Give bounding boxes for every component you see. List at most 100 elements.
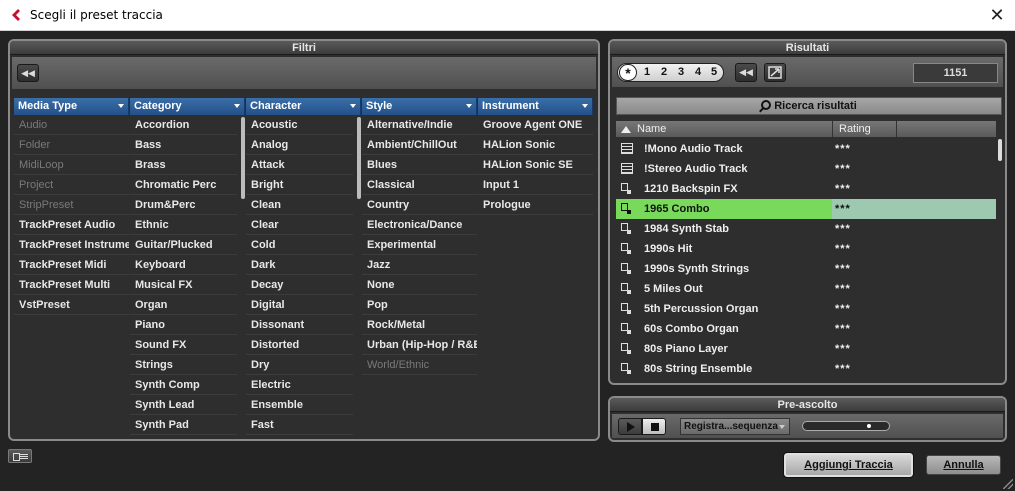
- results-row[interactable]: 1210 Backspin FX ***: [616, 179, 996, 199]
- results-rewind-button[interactable]: ◀◀: [735, 63, 757, 82]
- filter-item[interactable]: Experimental: [362, 235, 477, 255]
- filter-item[interactable]: HALion Sonic SE: [478, 155, 593, 175]
- filter-item[interactable]: Urban (Hip-Hop / R&B): [362, 335, 477, 355]
- results-row[interactable]: 5 Miles Out ***: [616, 279, 996, 299]
- preset-rating[interactable]: ***: [835, 199, 851, 219]
- filter-item[interactable]: Distorted: [246, 335, 353, 355]
- results-row[interactable]: 1990s Synth Strings ***: [616, 259, 996, 279]
- filter-item[interactable]: TrackPreset Midi: [14, 255, 129, 275]
- add-track-button[interactable]: Aggiungi Traccia: [783, 452, 914, 478]
- volume-slider-knob[interactable]: [867, 424, 871, 428]
- results-row[interactable]: 60s Combo Organ ***: [616, 319, 996, 339]
- rating-star-button[interactable]: *: [619, 64, 637, 81]
- filter-item[interactable]: Synth Pad: [130, 415, 237, 435]
- sort-ascending-icon[interactable]: [621, 126, 631, 133]
- preset-rating[interactable]: ***: [835, 279, 851, 299]
- column-name-header[interactable]: Name: [637, 121, 666, 137]
- filter-item[interactable]: StripPreset: [14, 195, 129, 215]
- results-row[interactable]: 1965 Combo ***: [616, 199, 996, 219]
- results-row[interactable]: 1984 Synth Stab ***: [616, 219, 996, 239]
- filter-item[interactable]: Bass: [130, 135, 237, 155]
- filter-item[interactable]: Country: [362, 195, 477, 215]
- stop-button[interactable]: [642, 418, 666, 435]
- filter-item[interactable]: Synth Comp: [130, 375, 237, 395]
- filter-item[interactable]: Prologue: [478, 195, 593, 215]
- filter-item[interactable]: Ethnic: [130, 215, 237, 235]
- filter-item[interactable]: Clear: [246, 215, 353, 235]
- filter-item[interactable]: TrackPreset Audio: [14, 215, 129, 235]
- filter-item[interactable]: Keyboard: [130, 255, 237, 275]
- chevron-down-icon[interactable]: [466, 104, 472, 108]
- preset-rating[interactable]: ***: [835, 179, 851, 199]
- filter-item[interactable]: MidiLoop: [14, 155, 129, 175]
- filter-item[interactable]: World/Ethnic: [362, 355, 477, 375]
- filter-item[interactable]: Blues: [362, 155, 477, 175]
- rating-filter-2[interactable]: 2: [661, 66, 667, 78]
- results-row[interactable]: 80s String Ensemble ***: [616, 359, 996, 379]
- column-rating-header[interactable]: Rating: [832, 121, 896, 137]
- chevron-down-icon[interactable]: [118, 104, 124, 108]
- filter-item[interactable]: Electronica/Dance: [362, 215, 477, 235]
- filter-column-header[interactable]: Category: [130, 98, 245, 115]
- chevron-down-icon[interactable]: [350, 104, 356, 108]
- filter-item[interactable]: TrackPreset Multi: [14, 275, 129, 295]
- preset-rating[interactable]: ***: [835, 239, 851, 259]
- filter-item[interactable]: Drum&Perc: [130, 195, 237, 215]
- filter-item[interactable]: Cold: [246, 235, 353, 255]
- chevron-down-icon[interactable]: [582, 104, 588, 108]
- preset-rating[interactable]: ***: [835, 299, 851, 319]
- rating-filter-4[interactable]: 4: [695, 66, 701, 78]
- preset-rating[interactable]: ***: [835, 139, 851, 159]
- search-results-bar[interactable]: Ricerca risultati: [616, 97, 1002, 115]
- results-row[interactable]: 80s Piano Layer ***: [616, 339, 996, 359]
- filter-item[interactable]: Project: [14, 175, 129, 195]
- filter-item[interactable]: Dissonant: [246, 315, 353, 335]
- filter-item[interactable]: Audio: [14, 115, 129, 135]
- filter-item[interactable]: Accordion: [130, 115, 237, 135]
- filter-item[interactable]: Ensemble: [246, 395, 353, 415]
- rating-filter-1[interactable]: 1: [644, 66, 650, 78]
- resize-grip-icon[interactable]: [1003, 479, 1013, 489]
- reset-filters-button[interactable]: ◀◀: [17, 64, 39, 82]
- layout-toggle-icon[interactable]: [8, 449, 32, 463]
- filter-item[interactable]: Brass: [130, 155, 237, 175]
- filter-item[interactable]: None: [362, 275, 477, 295]
- filter-item[interactable]: Dry: [246, 355, 353, 375]
- filter-item[interactable]: TrackPreset Instrument: [14, 235, 129, 255]
- filter-item[interactable]: Digital: [246, 295, 353, 315]
- filter-column-header[interactable]: Instrument: [478, 98, 593, 115]
- preset-rating[interactable]: ***: [835, 319, 851, 339]
- filter-item[interactable]: Classical: [362, 175, 477, 195]
- preset-rating[interactable]: ***: [835, 259, 851, 279]
- filter-item[interactable]: Musical FX: [130, 275, 237, 295]
- results-row[interactable]: 1990s Hit ***: [616, 239, 996, 259]
- filter-item[interactable]: Jazz: [362, 255, 477, 275]
- preview-mode-select[interactable]: Registra...sequenza: [680, 418, 790, 435]
- filter-item[interactable]: Sound FX: [130, 335, 237, 355]
- filter-item[interactable]: VstPreset: [14, 295, 129, 315]
- column-extra-header[interactable]: [896, 121, 996, 137]
- filter-item[interactable]: Rock/Metal: [362, 315, 477, 335]
- filter-item[interactable]: Ambient/ChillOut: [362, 135, 477, 155]
- rating-filter-3[interactable]: 3: [678, 66, 684, 78]
- filter-item[interactable]: Strings: [130, 355, 237, 375]
- preset-rating[interactable]: ***: [835, 219, 851, 239]
- filter-column-header[interactable]: Media Type: [14, 98, 129, 115]
- sync-selection-button[interactable]: [764, 63, 786, 82]
- filter-item[interactable]: Decay: [246, 275, 353, 295]
- filter-item[interactable]: Electric: [246, 375, 353, 395]
- filter-item[interactable]: Acoustic: [246, 115, 353, 135]
- filter-item[interactable]: Analog: [246, 135, 353, 155]
- filter-item[interactable]: Alternative/Indie: [362, 115, 477, 135]
- filter-item[interactable]: Guitar/Plucked: [130, 235, 237, 255]
- filter-item[interactable]: HALion Sonic: [478, 135, 593, 155]
- filter-column-scrollbar[interactable]: [241, 117, 245, 199]
- filter-item[interactable]: Bright: [246, 175, 353, 195]
- rating-filter-5[interactable]: 5: [711, 66, 717, 78]
- filter-item[interactable]: Synth Lead: [130, 395, 237, 415]
- filter-item[interactable]: Folder: [14, 135, 129, 155]
- close-icon[interactable]: ✕: [987, 5, 1007, 25]
- filter-column-scrollbar[interactable]: [357, 117, 361, 199]
- preview-volume-slider[interactable]: [802, 421, 890, 431]
- filter-item[interactable]: Groove Agent ONE: [478, 115, 593, 135]
